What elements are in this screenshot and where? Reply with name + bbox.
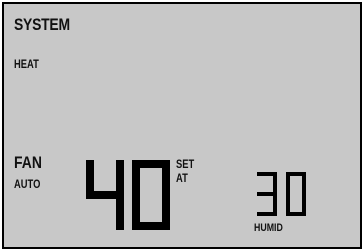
humidity-readout (257, 172, 306, 216)
segment-f (132, 160, 140, 199)
segment-d (257, 212, 277, 216)
digit-0 (132, 160, 170, 230)
digit-3 (257, 172, 277, 216)
thermostat-lcd-display: SYSTEM HEAT FAN AUTO SET AT HUMID (2, 2, 362, 249)
segment-f (286, 172, 290, 196)
setpoint-readout (86, 160, 170, 230)
digit-4 (86, 160, 124, 230)
seven-segment-digits (86, 160, 306, 230)
digit-0 (286, 172, 306, 216)
segment-c (116, 191, 124, 230)
